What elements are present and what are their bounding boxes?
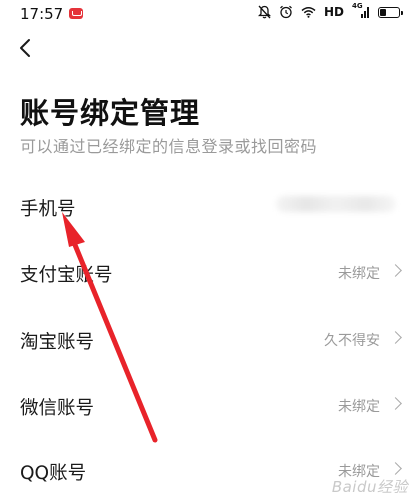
chevron-right-icon [389,397,402,410]
row-alipay[interactable]: 支付宝账号 未绑定 [0,244,416,300]
chevron-right-icon [389,264,402,277]
signal-icon: 4G [352,2,370,18]
row-phone-value-redacted [276,196,396,212]
chevron-right-icon [389,331,402,344]
row-phone-label: 手机号 [20,199,76,220]
mute-bell-icon [257,5,271,19]
battery-icon [378,6,403,18]
alarm-icon [280,5,292,19]
row-wechat-status: 未绑定 [338,399,380,415]
row-alipay-label: 支付宝账号 [20,265,113,286]
row-taobao[interactable]: 淘宝账号 久不得安 [0,311,416,367]
page-title: 账号绑定管理 [20,96,201,130]
page-subtitle: 可以通过已经绑定的信息登录或找回密码 [20,137,318,156]
row-wechat-label: 微信账号 [20,398,95,419]
app-notification-icon [69,8,83,19]
row-qq-label: QQ账号 [20,463,87,484]
network-label: HD [323,5,344,19]
status-bar: 17:57 HD 4G [0,0,416,28]
row-taobao-label: 淘宝账号 [20,332,95,353]
status-time: 17:57 [20,5,64,23]
chevron-right-icon [389,462,402,475]
wifi-icon [301,7,316,18]
row-phone[interactable]: 手机号 [0,178,416,234]
back-arrow-icon[interactable] [16,37,36,59]
row-taobao-account: 久不得安 [324,333,380,349]
status-icons: HD 4G [257,2,403,19]
row-alipay-status: 未绑定 [338,266,380,282]
watermark: Baidu经验 [331,478,408,496]
row-wechat[interactable]: 微信账号 未绑定 [0,377,416,433]
